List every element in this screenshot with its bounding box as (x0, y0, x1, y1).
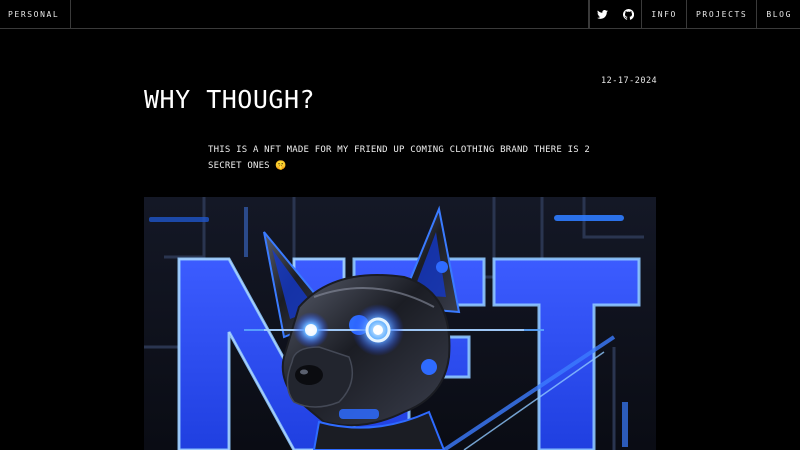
header-spacer (71, 0, 588, 28)
robot-dog-illustration (144, 197, 656, 450)
post-body: THIS IS A NFT MADE FOR MY FRIEND UP COMI… (208, 145, 591, 171)
brand-link[interactable]: PERSONAL (0, 0, 71, 28)
nav-projects-link[interactable]: PROJECTS (687, 0, 758, 28)
post-title: WHY THOUGH? (144, 85, 316, 114)
top-navigation-bar: PERSONAL INFO PROJECTS BLOG (0, 0, 800, 29)
nav-info-link[interactable]: INFO (642, 0, 687, 28)
nft-hero-image (144, 197, 656, 450)
post-date: 12-17-2024 (601, 76, 658, 86)
nav-blog-link[interactable]: BLOG (757, 0, 800, 28)
github-icon[interactable] (615, 0, 641, 28)
social-icons (588, 0, 643, 28)
twitter-icon[interactable] (589, 0, 615, 28)
